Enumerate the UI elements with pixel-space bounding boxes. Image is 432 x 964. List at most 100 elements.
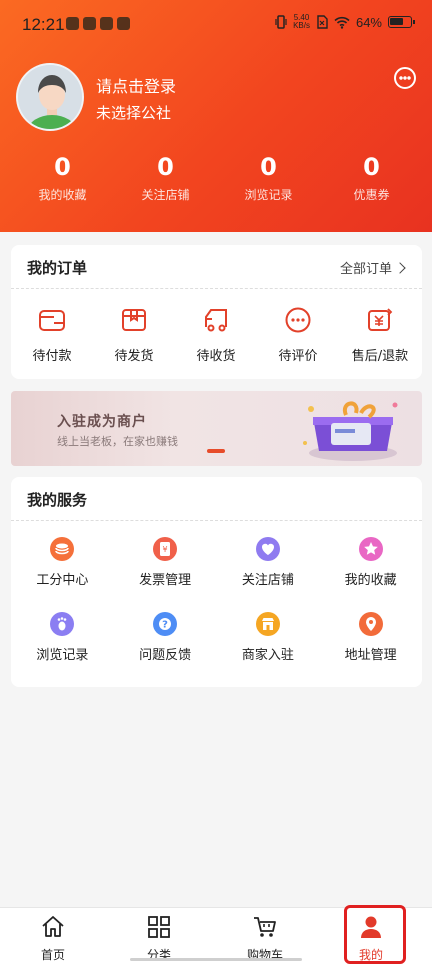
stats-row: 0 我的收藏 0 关注店铺 0 浏览记录 0 优惠券 xyxy=(0,150,432,203)
stat-followed-shops[interactable]: 0 关注店铺 xyxy=(114,150,217,203)
orders-header: 我的订单 全部订单 xyxy=(11,245,422,289)
app-notification-icon xyxy=(66,17,79,30)
banner-subtitle: 线上当老板，在家也赚钱 xyxy=(57,435,178,448)
service-label: 问题反馈 xyxy=(139,648,192,663)
banner-title: 入驻成为商户 xyxy=(57,414,147,430)
svg-text:¥: ¥ xyxy=(163,545,168,554)
location-icon xyxy=(358,612,383,636)
service-merchant-join[interactable]: 商家入驻 xyxy=(217,612,320,687)
comment-icon xyxy=(284,307,312,333)
battery-percent: 64% xyxy=(355,14,382,30)
message-icon[interactable] xyxy=(394,67,416,89)
home-icon xyxy=(42,916,64,937)
heart-icon xyxy=(255,537,280,561)
stat-value: 0 xyxy=(260,153,277,181)
service-label: 工分中心 xyxy=(36,573,89,588)
order-pending-receipt[interactable]: 待收货 xyxy=(175,307,257,364)
tab-category[interactable]: 分类 xyxy=(106,908,212,964)
footprint-icon xyxy=(50,612,75,636)
orders-card: 我的订单 全部订单 待付款 待发货 待收货 待评价 售后/退款 xyxy=(11,245,422,379)
star-icon xyxy=(358,537,383,561)
weibo-icon xyxy=(83,17,96,30)
stat-label: 优惠券 xyxy=(353,188,390,202)
svg-text:?: ? xyxy=(162,620,168,631)
order-label: 待收货 xyxy=(196,349,236,364)
cart-icon xyxy=(254,917,276,937)
service-label: 发票管理 xyxy=(139,573,192,588)
merchant-banner[interactable]: 入驻成为商户 线上当老板，在家也赚钱 xyxy=(11,391,422,466)
network-speed: 5.40 KB/s xyxy=(293,14,310,30)
service-label: 商家入驻 xyxy=(241,648,294,663)
tiktok-icon xyxy=(100,17,113,30)
stat-label: 浏览记录 xyxy=(244,188,293,202)
service-favorites[interactable]: 我的收藏 xyxy=(319,537,422,612)
stat-coupons[interactable]: 0 优惠券 xyxy=(320,150,423,203)
order-label: 待付款 xyxy=(32,349,72,364)
battery-icon xyxy=(388,16,415,28)
all-orders-link[interactable]: 全部订单 xyxy=(339,258,406,277)
order-pending-payment[interactable]: 待付款 xyxy=(11,307,93,364)
stat-value: 0 xyxy=(363,153,380,181)
login-prompt[interactable]: 请点击登录 xyxy=(96,73,176,97)
question-icon: ? xyxy=(153,612,178,636)
services-grid: 工分中心 ¥ 发票管理 关注店铺 我的收藏 浏览记录 ? 问题反馈 商家入驻 地… xyxy=(11,537,422,687)
home-indicator[interactable] xyxy=(130,958,302,961)
service-feedback[interactable]: ? 问题反馈 xyxy=(114,612,217,687)
stat-value: 0 xyxy=(157,153,174,181)
category-icon xyxy=(148,916,170,938)
box-icon xyxy=(120,307,148,333)
service-address[interactable]: 地址管理 xyxy=(319,612,422,687)
wallet-icon xyxy=(38,307,66,333)
order-after-sales[interactable]: 售后/退款 xyxy=(339,307,421,364)
truck-icon xyxy=(202,307,230,333)
all-orders-label: 全部订单 xyxy=(339,262,392,277)
chevron-right-icon xyxy=(394,261,406,274)
service-browse-history[interactable]: 浏览记录 xyxy=(11,612,114,687)
vibrate-icon xyxy=(275,15,287,29)
refund-icon xyxy=(366,307,394,333)
order-label: 待评价 xyxy=(278,349,318,364)
service-invoice[interactable]: ¥ 发票管理 xyxy=(114,537,217,612)
profile-header: 12:21 5.40 KB/s 64% 请点击登录 未选择公社 0 我的收藏 0… xyxy=(0,0,432,232)
avatar[interactable] xyxy=(16,63,84,131)
speed-unit: KB/s xyxy=(293,21,310,30)
services-header: 我的服务 xyxy=(11,477,422,521)
service-label: 我的收藏 xyxy=(344,573,397,588)
services-card: 我的服务 工分中心 ¥ 发票管理 关注店铺 我的收藏 浏览记录 ? 问题反馈 商… xyxy=(11,477,422,687)
order-pending-shipment[interactable]: 待发货 xyxy=(93,307,175,364)
orders-title: 我的订单 xyxy=(27,259,88,277)
service-label: 关注店铺 xyxy=(241,573,294,588)
stat-label: 我的收藏 xyxy=(38,188,87,202)
active-tab-highlight xyxy=(344,905,406,964)
status-right: 5.40 KB/s 64% xyxy=(275,14,415,30)
stat-history[interactable]: 0 浏览记录 xyxy=(217,150,320,203)
status-bar: 12:21 5.40 KB/s 64% xyxy=(0,0,432,52)
wifi-icon xyxy=(334,16,350,29)
stat-label: 关注店铺 xyxy=(141,188,190,202)
tab-label: 首页 xyxy=(40,948,65,962)
invoice-icon: ¥ xyxy=(153,537,178,561)
stat-favorites[interactable]: 0 我的收藏 xyxy=(11,150,114,203)
order-status-row: 待付款 待发货 待收货 待评价 售后/退款 xyxy=(11,307,422,364)
shop-icon xyxy=(255,612,280,636)
services-title: 我的服务 xyxy=(27,491,88,509)
gift-box-illustration xyxy=(303,401,398,461)
tab-cart[interactable]: 购物车 xyxy=(212,908,318,964)
service-points-center[interactable]: 工分中心 xyxy=(11,537,114,612)
service-label: 浏览记录 xyxy=(36,648,89,663)
status-time: 12:21 xyxy=(22,15,65,34)
avatar-image xyxy=(18,65,82,129)
tab-home[interactable]: 首页 xyxy=(0,908,106,964)
service-followed-shops[interactable]: 关注店铺 xyxy=(217,537,320,612)
banner-indicator[interactable] xyxy=(207,449,225,453)
app-grid-icon xyxy=(117,17,130,30)
notification-icons xyxy=(66,17,130,30)
order-label: 待发货 xyxy=(114,349,154,364)
service-label: 地址管理 xyxy=(344,648,397,663)
order-label: 售后/退款 xyxy=(351,349,409,364)
commune-status[interactable]: 未选择公社 xyxy=(96,102,171,123)
coins-icon xyxy=(50,537,75,561)
stat-value: 0 xyxy=(54,153,71,181)
sim-icon xyxy=(317,15,328,29)
order-pending-review[interactable]: 待评价 xyxy=(257,307,339,364)
